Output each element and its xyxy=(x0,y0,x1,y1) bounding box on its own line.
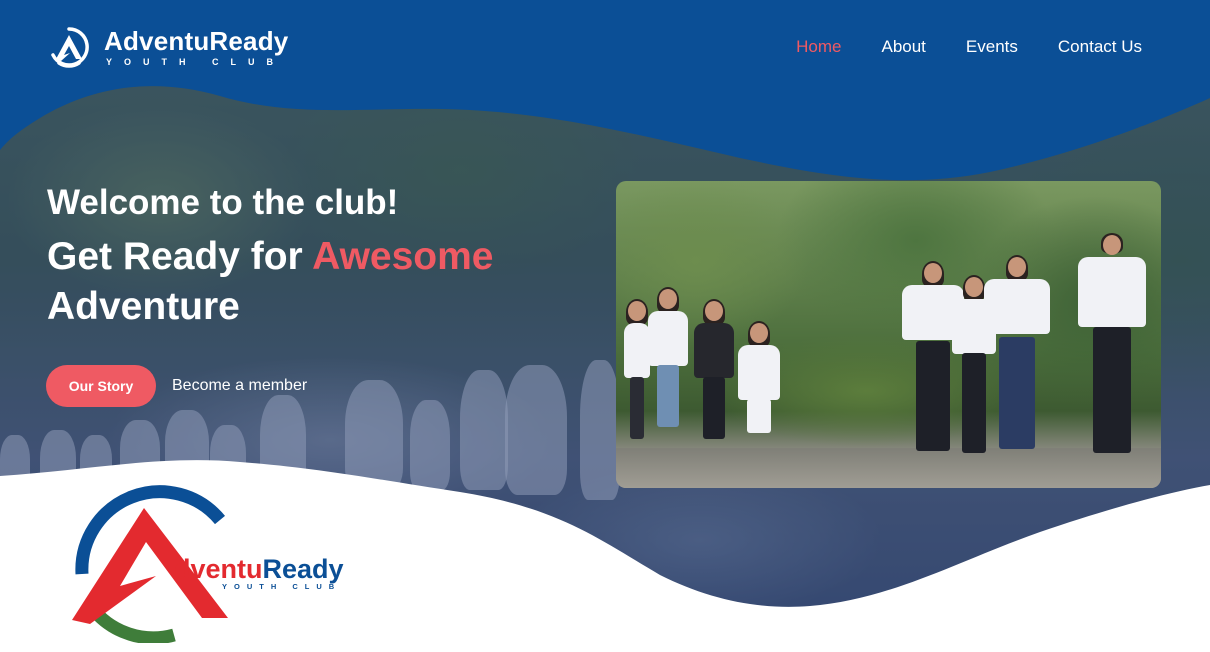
nav-home[interactable]: Home xyxy=(796,36,841,58)
headline-accent: Awesome xyxy=(312,235,494,278)
become-member-link[interactable]: Become a member xyxy=(172,377,307,395)
brand-tagline: YOUTH CLUB xyxy=(106,56,285,67)
nav-events[interactable]: Events xyxy=(966,36,1018,58)
hero-photo xyxy=(616,181,1161,488)
nav-about[interactable]: About xyxy=(881,36,925,58)
brand-logo-wordmark: dventuReady xyxy=(174,554,344,584)
brand-name: AdventuReady xyxy=(104,25,289,56)
brand-logo-tagline: YOUTH CLUB xyxy=(222,582,341,591)
nav-contact-us[interactable]: Contact Us xyxy=(1058,36,1142,58)
adventuready-brand-logo: dventuReady YOUTH CLUB xyxy=(72,485,344,643)
headline-start: Get Ready for xyxy=(47,235,313,278)
hero-text-block: Welcome to the club! Get Ready for Aweso… xyxy=(47,180,607,332)
header-logo[interactable]: AdventuReady YOUTH CLUB xyxy=(48,26,288,68)
headline-end: Adventure xyxy=(47,285,240,328)
our-story-button[interactable]: Our Story xyxy=(46,365,156,407)
hero-welcome: Welcome to the club! xyxy=(47,183,399,222)
hero-cta-group: Our Story Become a member xyxy=(46,365,307,407)
hero-headline: Get Ready for Awesome Adventure xyxy=(47,232,607,332)
main-navigation: Home About Events Contact Us xyxy=(796,36,1142,58)
adventuready-logo-icon xyxy=(51,27,89,68)
